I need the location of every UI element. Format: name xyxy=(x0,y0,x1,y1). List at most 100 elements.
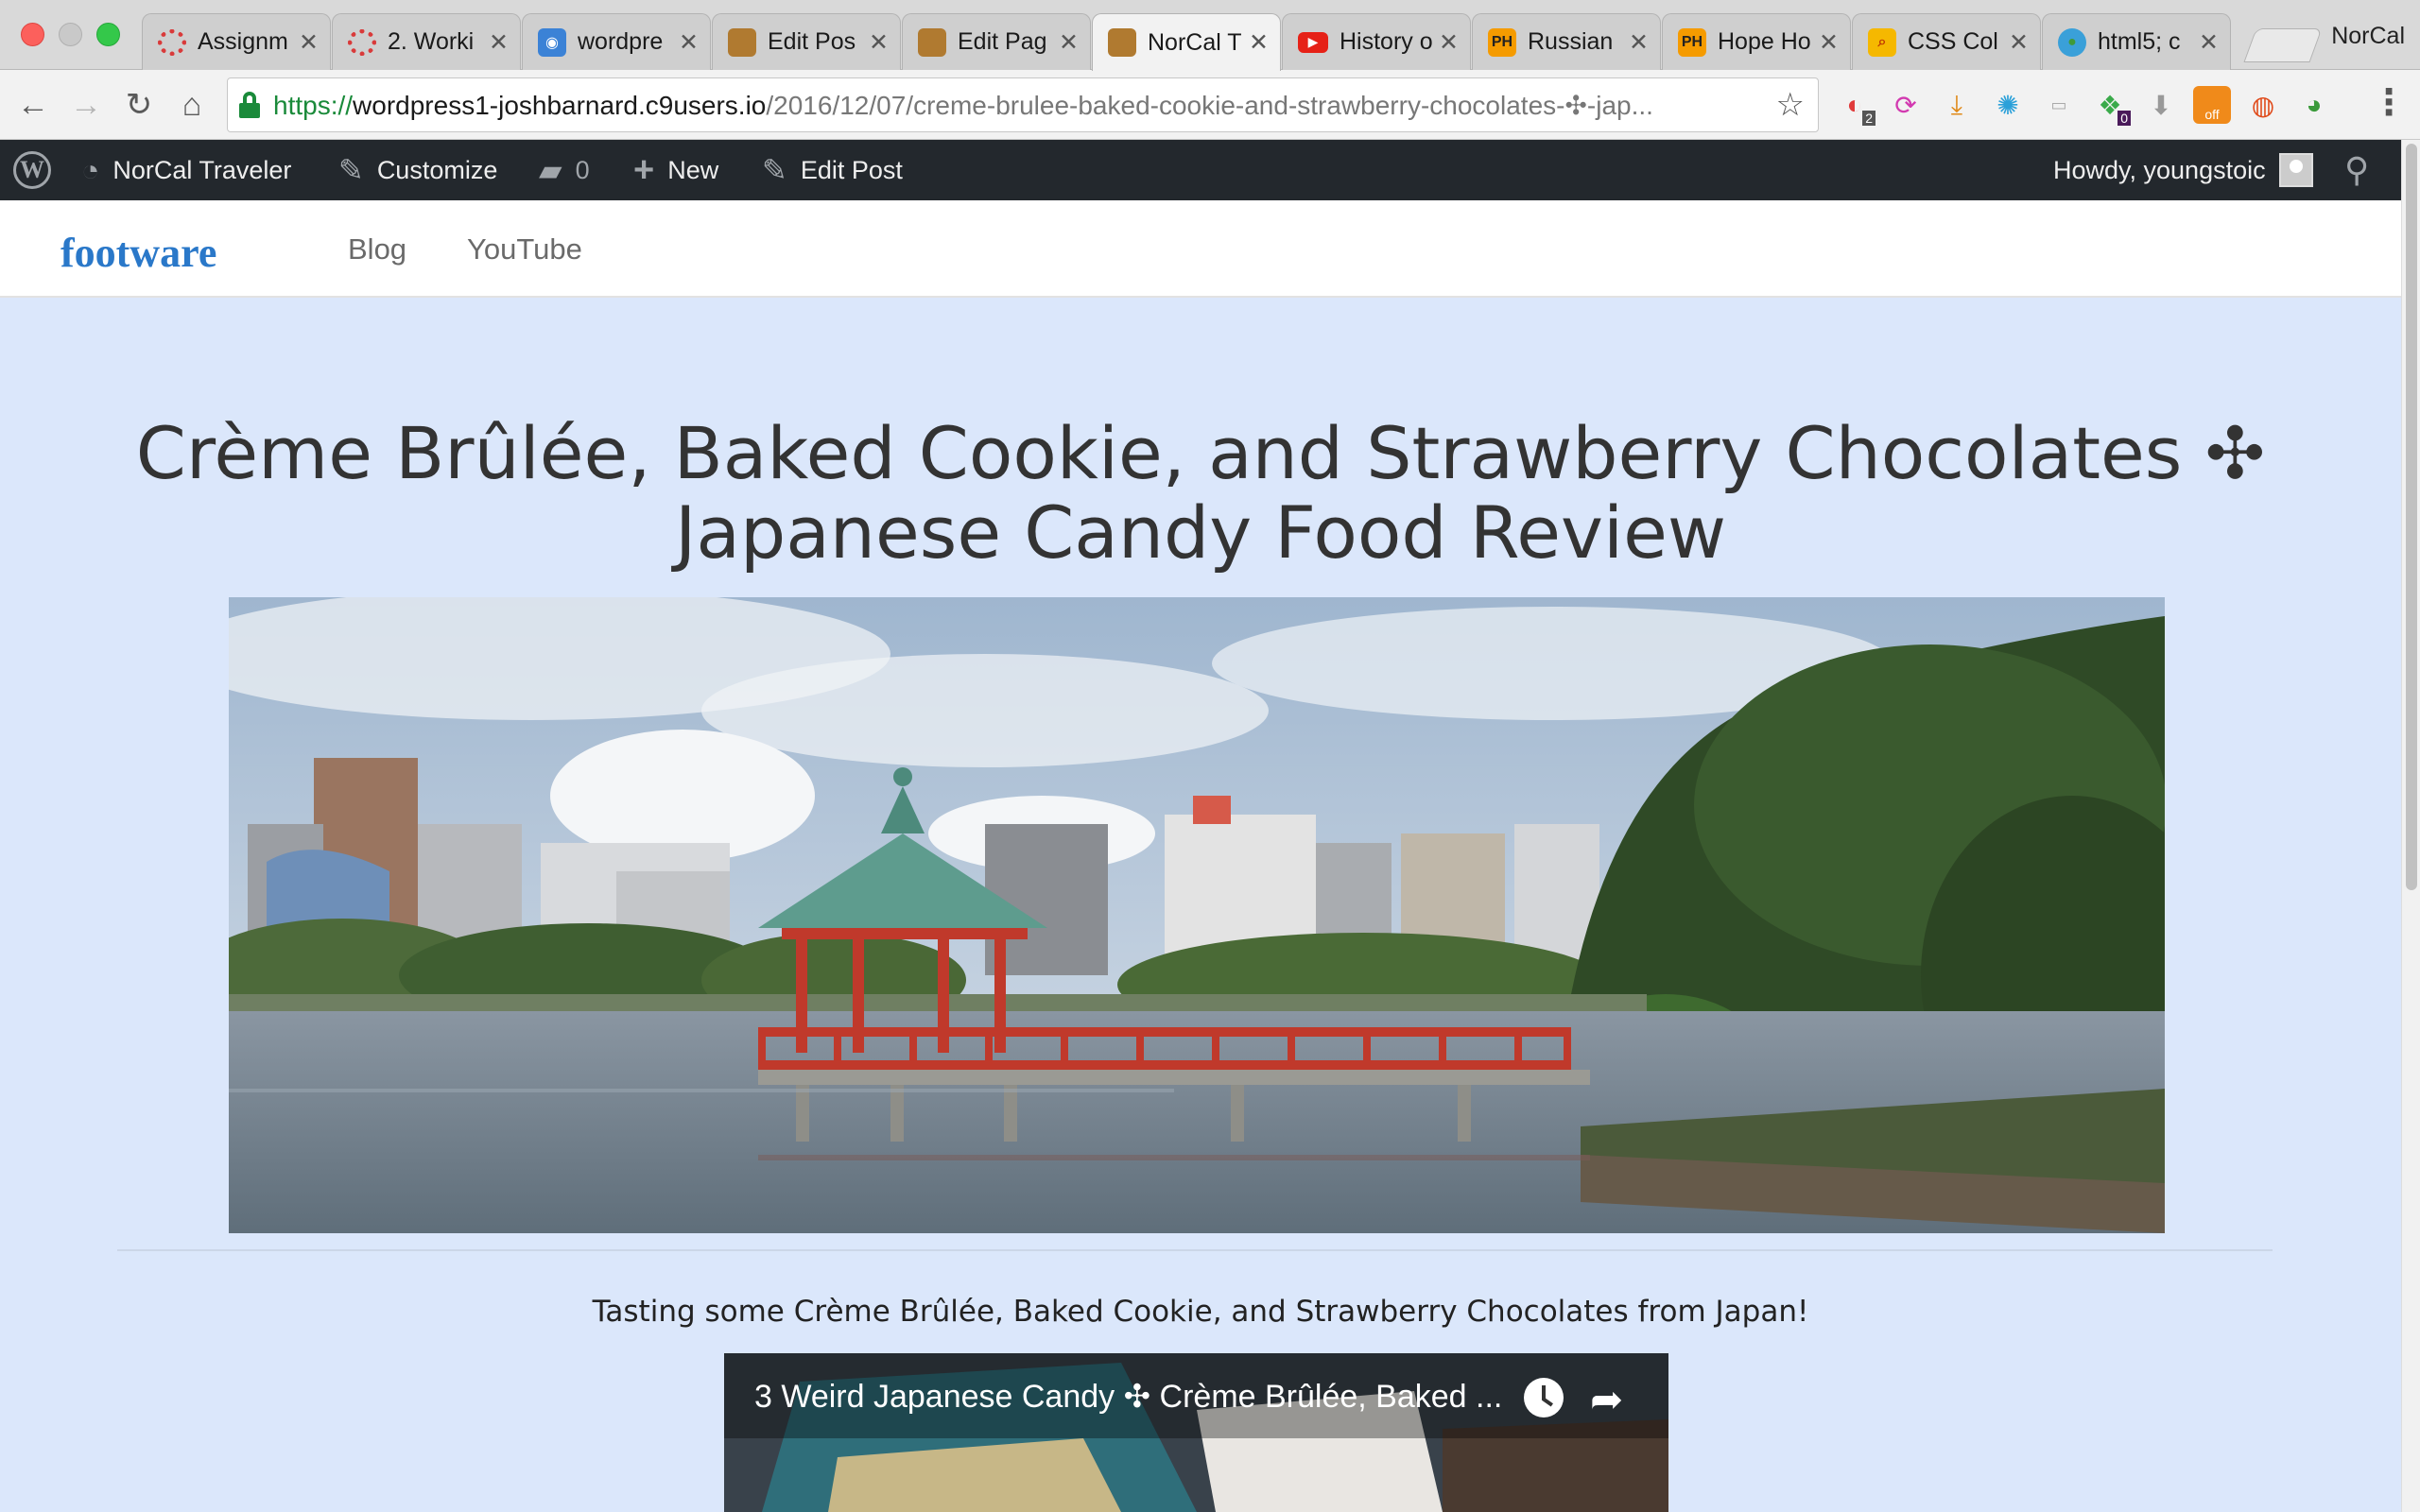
comment-icon: ▰ xyxy=(539,153,562,187)
url-path: /2016/12/07/creme-brulee-baked-cookie-an… xyxy=(766,90,1653,120)
search-icon: ⌕ xyxy=(1868,27,1896,57)
extension-green-icon[interactable]: ❖ 0 xyxy=(2091,86,2131,126)
tab-close-icon[interactable]: ✕ xyxy=(869,28,889,57)
css-icon[interactable]: ▭ xyxy=(2040,86,2078,124)
customize-label: Customize xyxy=(376,155,498,184)
scrollbar-thumb[interactable] xyxy=(2406,144,2417,890)
off-icon[interactable]: off xyxy=(2193,86,2231,124)
ph-icon: PH xyxy=(1488,27,1516,57)
tab-close-icon[interactable]: ✕ xyxy=(489,28,509,57)
arrow-down-icon[interactable]: ⬇ xyxy=(2142,86,2180,124)
search-icon: ⚲ xyxy=(2344,150,2370,189)
suitcase-icon xyxy=(1108,28,1136,57)
back-icon[interactable]: ← xyxy=(11,83,55,127)
globe-extension-icon[interactable]: ◕ xyxy=(2295,86,2333,124)
plus-icon: + xyxy=(633,149,655,190)
profile-label[interactable]: NorCal xyxy=(2331,23,2405,50)
tab-title: History o xyxy=(1340,28,1433,55)
tab-title: html5; c xyxy=(2098,28,2181,55)
featured-image xyxy=(229,597,2165,1233)
new-content-menu[interactable]: + New xyxy=(633,140,718,200)
bookmark-star-icon[interactable]: ☆ xyxy=(1776,86,1805,124)
watch-later-icon[interactable] xyxy=(1524,1378,1564,1418)
chrome-extension-icon[interactable]: ◍ xyxy=(2244,86,2282,124)
address-bar[interactable]: https://wordpress1-joshbarnard.c9users.i… xyxy=(227,77,1819,132)
window-zoom-button[interactable] xyxy=(96,23,120,46)
pagoda-lake-photo xyxy=(229,597,2165,1233)
suitcase-icon xyxy=(728,27,756,57)
tab-list: Assignm ✕ 2. Worki ✕ ◉ wordpre ✕ Edit Po… xyxy=(142,13,2232,71)
browser-tab[interactable]: 2. Worki ✕ xyxy=(332,13,521,70)
ph-icon: PH xyxy=(1678,27,1706,57)
tab-close-icon[interactable]: ✕ xyxy=(2009,28,2029,57)
share-icon[interactable]: ➦ xyxy=(1590,1376,1623,1422)
home-icon[interactable]: ⌂ xyxy=(170,83,214,127)
site-name-menu[interactable]: ◔ NorCal Traveler xyxy=(81,140,291,200)
browser-menu-icon[interactable]: ⋮ xyxy=(2371,81,2407,124)
video-title[interactable]: 3 Weird Japanese Candy ✣ Crème Brûlée, B… xyxy=(754,1378,1502,1416)
browser-tab[interactable]: ● html5; c ✕ xyxy=(2042,13,2231,70)
my-account-menu[interactable]: Howdy, youngstoic xyxy=(2053,140,2313,200)
extension-tray: ◐ 2 ⟳ ⤓ ✺ ▭ ❖ 0 ⬇ off ◍ ◕ xyxy=(1836,83,2346,127)
browser-tab[interactable]: Edit Pag ✕ xyxy=(902,13,1091,70)
extension-badge: 2 xyxy=(1862,111,1876,126)
post-excerpt: Tasting some Crème Brûlée, Baked Cookie,… xyxy=(592,1295,1809,1329)
youtube-icon: ▶ xyxy=(1298,31,1328,53)
gear-icon xyxy=(348,28,376,56)
download-icon[interactable]: ⤓ xyxy=(1938,86,1976,124)
globe-icon: ● xyxy=(2058,27,2086,57)
site-name-label: NorCal Traveler xyxy=(112,155,292,184)
browser-tab-active[interactable]: NorCal T ✕ xyxy=(1092,13,1281,71)
tab-close-icon[interactable]: ✕ xyxy=(299,28,319,57)
browser-toolbar: ← → ↻ ⌂ https://wordpress1-joshbarnard.c… xyxy=(0,70,2420,140)
browser-tab[interactable]: ◉ wordpre ✕ xyxy=(522,13,711,70)
nav-link-youtube[interactable]: YouTube xyxy=(467,232,582,266)
tab-title: Hope Ho xyxy=(1718,28,1811,55)
customize-menu[interactable]: ✎ Customize xyxy=(338,140,497,200)
post-title: Crème Brûlée, Baked Cookie, and Strawber… xyxy=(135,411,2266,575)
tab-close-icon[interactable]: ✕ xyxy=(1629,28,1649,57)
tab-title: Russian xyxy=(1528,28,1614,55)
browser-tabstrip: Assignm ✕ 2. Worki ✕ ◉ wordpre ✕ Edit Po… xyxy=(0,0,2420,71)
url-text[interactable]: https://wordpress1-joshbarnard.c9users.i… xyxy=(273,90,1769,121)
browser-tab[interactable]: ▶ History o ✕ xyxy=(1282,13,1471,70)
browser-tab[interactable]: PH Russian ✕ xyxy=(1472,13,1661,70)
site-header: footware Blog YouTube xyxy=(0,200,2401,298)
comments-menu[interactable]: ▰ 0 xyxy=(539,140,590,200)
tab-close-icon[interactable]: ✕ xyxy=(1249,28,1269,57)
tab-close-icon[interactable]: ✕ xyxy=(679,28,699,57)
edit-post-label: Edit Post xyxy=(800,155,903,184)
extension-red-icon[interactable]: ◐ 2 xyxy=(1836,86,1876,126)
window-minimize-button[interactable] xyxy=(59,23,82,46)
new-label: New xyxy=(667,155,719,184)
lock-icon xyxy=(239,92,260,118)
browser-tab[interactable]: Edit Pos ✕ xyxy=(712,13,901,70)
wp-logo-menu[interactable]: W xyxy=(13,140,51,200)
tab-title: Assignm xyxy=(198,28,288,55)
content-divider xyxy=(117,1249,2273,1251)
reload-icon[interactable]: ↻ xyxy=(117,83,161,127)
window-close-button[interactable] xyxy=(21,23,44,46)
tab-close-icon[interactable]: ✕ xyxy=(2199,28,2219,57)
tab-close-icon[interactable]: ✕ xyxy=(1819,28,1839,57)
page-scrollbar[interactable] xyxy=(2401,140,2420,1512)
nav-link-blog[interactable]: Blog xyxy=(348,232,406,266)
forward-icon[interactable]: → xyxy=(64,83,108,127)
admin-search-button[interactable]: ⚲ xyxy=(2344,140,2369,200)
sync-icon[interactable]: ✺ xyxy=(1989,86,2027,124)
edit-post-menu[interactable]: ✎ Edit Post xyxy=(762,140,903,200)
tab-close-icon[interactable]: ✕ xyxy=(1439,28,1459,57)
wordpress-logo-icon: W xyxy=(13,151,51,189)
new-tab-button[interactable] xyxy=(2243,28,2323,62)
pencil-icon: ✎ xyxy=(762,153,787,187)
extension-pink-icon[interactable]: ⟳ xyxy=(1887,86,1925,124)
youtube-embed[interactable]: 3 Weird Japanese Candy ✣ Crème Brûlée, B… xyxy=(724,1353,1668,1512)
browser-tab[interactable]: ⌕ CSS Col ✕ xyxy=(1852,13,2041,70)
browser-tab[interactable]: Assignm ✕ xyxy=(142,13,331,70)
tab-close-icon[interactable]: ✕ xyxy=(1059,28,1079,57)
site-brand-link[interactable]: footware xyxy=(60,229,216,277)
comments-count: 0 xyxy=(575,155,590,184)
eye-icon: ◉ xyxy=(538,27,566,57)
browser-tab[interactable]: PH Hope Ho ✕ xyxy=(1662,13,1851,70)
tab-title: CSS Col xyxy=(1908,28,1998,55)
